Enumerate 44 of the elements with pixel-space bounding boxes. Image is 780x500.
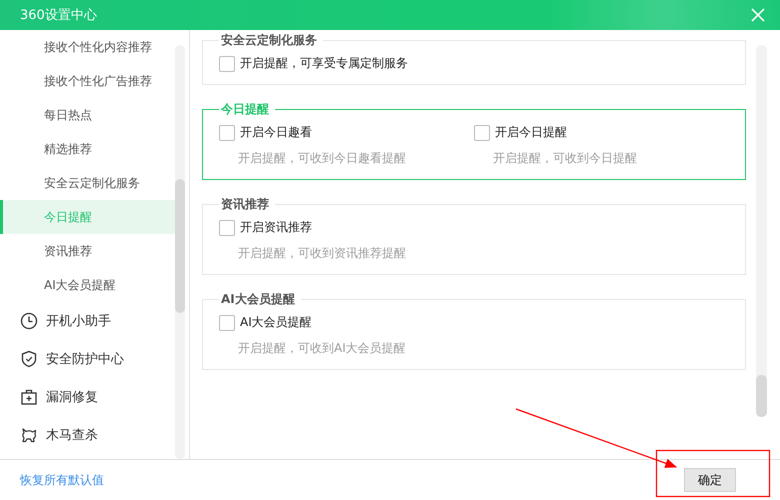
sidebar-item[interactable]: 接收个性化广告推荐 xyxy=(0,64,175,98)
shield-check-icon xyxy=(20,350,38,368)
sidebar-item[interactable]: 每日热点 xyxy=(0,98,175,132)
sidebar-item-label: 开机小助手 xyxy=(46,313,111,330)
sidebar-item[interactable]: 开机小助手 xyxy=(0,302,175,340)
scrollbar-thumb[interactable] xyxy=(175,179,185,313)
checkbox-label: AI大会员提醒 xyxy=(240,314,312,331)
close-icon xyxy=(751,8,765,22)
group-title: 资讯推荐 xyxy=(220,196,270,213)
sidebar-item[interactable]: 安全防护中心 xyxy=(0,340,175,378)
sidebar-item[interactable]: 漏洞修复 xyxy=(0,378,175,416)
sidebar-item[interactable]: 木马查杀 xyxy=(0,416,175,454)
checkbox-label: 开启今日提醒 xyxy=(495,124,567,141)
checkbox[interactable] xyxy=(474,124,490,140)
option-description: 开启提醒，可收到今日趣看提醒 xyxy=(237,150,407,167)
checkbox[interactable] xyxy=(219,220,235,236)
sidebar-item-label: 漏洞修复 xyxy=(46,389,98,406)
option-description: 开启提醒，可收到资讯推荐提醒 xyxy=(237,245,407,262)
sidebar-item[interactable]: AI大会员提醒 xyxy=(0,268,175,302)
close-button[interactable] xyxy=(750,7,766,23)
group-title: 安全云定制化服务 xyxy=(220,32,318,49)
kit-plus-icon xyxy=(20,388,38,406)
window-title: 360设置中心 xyxy=(20,7,97,24)
confirm-button[interactable]: 确定 xyxy=(684,468,736,492)
sidebar-item[interactable]: 精选推荐 xyxy=(0,132,175,166)
checkbox[interactable] xyxy=(219,124,235,140)
checkbox[interactable] xyxy=(219,314,235,330)
option-description: 开启提醒，可收到AI大会员提醒 xyxy=(237,340,407,357)
sidebar-item[interactable]: 安全云定制化服务 xyxy=(0,166,175,200)
group-title: 今日提醒 xyxy=(220,101,270,118)
sidebar-item-label: 木马查杀 xyxy=(46,427,98,444)
sidebar-item[interactable]: 资讯推荐 xyxy=(0,234,175,268)
clock-icon xyxy=(20,312,38,330)
checkbox[interactable] xyxy=(219,56,235,72)
scrollbar[interactable] xyxy=(756,45,767,417)
checkbox-label: 开启今日趣看 xyxy=(240,124,312,141)
checkbox-label: 开启提醒，可享受专属定制服务 xyxy=(240,55,408,72)
option-description: 开启提醒，可收到今日提醒 xyxy=(492,150,638,167)
scrollbar-thumb[interactable] xyxy=(756,375,767,417)
checkbox-label: 开启资讯推荐 xyxy=(240,219,312,236)
scrollbar[interactable] xyxy=(175,45,185,459)
sidebar-item[interactable]: 接收个性化内容推荐 xyxy=(0,30,175,64)
sidebar-item-label: 安全防护中心 xyxy=(46,351,124,368)
group-title: AI大会员提醒 xyxy=(220,291,296,308)
